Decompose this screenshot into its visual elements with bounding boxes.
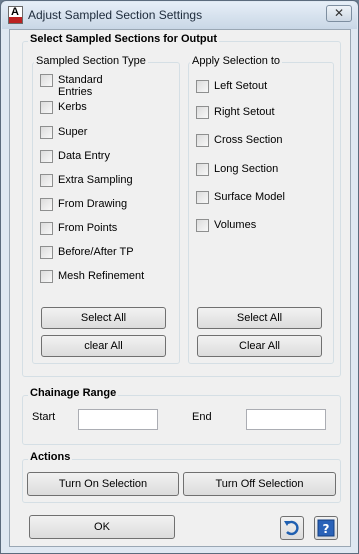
dialog-body: Select Sampled Sections for Output Sampl… [9, 29, 351, 547]
checkbox-box[interactable] [40, 198, 53, 211]
apply-to-volumes-checkbox[interactable]: Volumes [196, 219, 256, 235]
section-type-from-drawing-checkbox[interactable]: From Drawing [40, 198, 127, 214]
section-type-select-all-button[interactable]: Select All [41, 307, 166, 329]
turn-off-selection-button[interactable]: Turn Off Selection [183, 472, 336, 496]
apply-to-right-setout-checkbox[interactable]: Right Setout [196, 106, 275, 122]
checkbox-label: Cross Section [214, 134, 283, 146]
apply-to-surface-model-checkbox[interactable]: Surface Model [196, 191, 285, 207]
checkbox-box[interactable] [40, 101, 53, 114]
start-input[interactable] [78, 409, 158, 430]
checkbox-box[interactable] [40, 174, 53, 187]
checkbox-label: Right Setout [214, 106, 275, 118]
checkbox-label: Kerbs [58, 101, 87, 113]
checkbox-box[interactable] [196, 191, 209, 204]
dialog-window: A Adjust Sampled Section Settings ✕ Sele… [0, 0, 359, 554]
ok-button[interactable]: OK [29, 515, 175, 539]
checkbox-box[interactable] [196, 163, 209, 176]
checkbox-box[interactable] [40, 150, 53, 163]
checkbox-box[interactable] [196, 106, 209, 119]
end-label: End [192, 411, 212, 423]
checkbox-label: Long Section [214, 163, 279, 175]
checkbox-label: Surface Model [214, 191, 285, 203]
checkbox-label: From Points [58, 222, 118, 234]
checkbox-label: Data Entry [58, 150, 110, 162]
section-type-kerbs-checkbox[interactable]: Kerbs [40, 101, 87, 117]
section-type-data-entry-checkbox[interactable]: Data Entry [40, 150, 110, 166]
section-type-extra-sampling-checkbox[interactable]: Extra Sampling [40, 174, 133, 190]
actions-title: Actions [28, 451, 73, 463]
svg-text:?: ? [323, 522, 330, 536]
checkbox-label: Left Setout [214, 80, 268, 92]
output-group-title: Select Sampled Sections for Output [28, 33, 220, 45]
help-icon: ? [317, 519, 335, 537]
checkbox-box[interactable] [40, 246, 53, 259]
checkbox-label: Standard Entries [58, 74, 103, 98]
section-type-super-checkbox[interactable]: Super [40, 126, 87, 142]
app-logo-icon: A [8, 6, 23, 24]
undo-icon [284, 520, 299, 536]
section-type-title: Sampled Section Type [34, 55, 148, 67]
checkbox-label: From Drawing [58, 198, 128, 210]
section-type-before-after-tp-checkbox[interactable]: Before/After TP [40, 246, 134, 262]
checkbox-box[interactable] [40, 222, 53, 235]
section-type-clear-all-button[interactable]: clear All [41, 335, 166, 357]
end-input[interactable] [246, 409, 326, 430]
checkbox-box[interactable] [40, 126, 53, 139]
apply-to-long-section-checkbox[interactable]: Long Section [196, 163, 278, 179]
section-type-mesh-refinement-checkbox[interactable]: Mesh Refinement [40, 270, 144, 286]
title-bar[interactable]: A Adjust Sampled Section Settings ✕ [2, 2, 357, 29]
apply-to-select-all-button[interactable]: Select All [197, 307, 322, 329]
section-type-standard-entries-checkbox[interactable]: Standard Entries [40, 74, 114, 98]
checkbox-box[interactable] [196, 219, 209, 232]
apply-to-left-setout-checkbox[interactable]: Left Setout [196, 80, 267, 96]
section-type-from-points-checkbox[interactable]: From Points [40, 222, 117, 238]
apply-to-title: Apply Selection to [190, 55, 283, 67]
window-title: Adjust Sampled Section Settings [28, 8, 203, 22]
checkbox-box[interactable] [196, 134, 209, 147]
start-label: Start [32, 411, 56, 423]
checkbox-box[interactable] [40, 74, 53, 87]
apply-to-clear-all-button[interactable]: Clear All [197, 335, 322, 357]
checkbox-box[interactable] [196, 80, 209, 93]
help-button[interactable]: ? [314, 516, 338, 540]
chainage-title: Chainage Range [28, 387, 119, 399]
checkbox-label: Mesh Refinement [58, 270, 145, 282]
checkbox-label: Before/After TP [58, 246, 134, 258]
undo-button[interactable] [280, 516, 304, 540]
checkbox-label: Super [58, 126, 88, 138]
turn-on-selection-button[interactable]: Turn On Selection [27, 472, 179, 496]
apply-to-cross-section-checkbox[interactable]: Cross Section [196, 134, 282, 150]
close-button[interactable]: ✕ [326, 5, 352, 22]
checkbox-label: Volumes [214, 219, 257, 231]
checkbox-label: Extra Sampling [58, 174, 133, 186]
checkbox-box[interactable] [40, 270, 53, 283]
